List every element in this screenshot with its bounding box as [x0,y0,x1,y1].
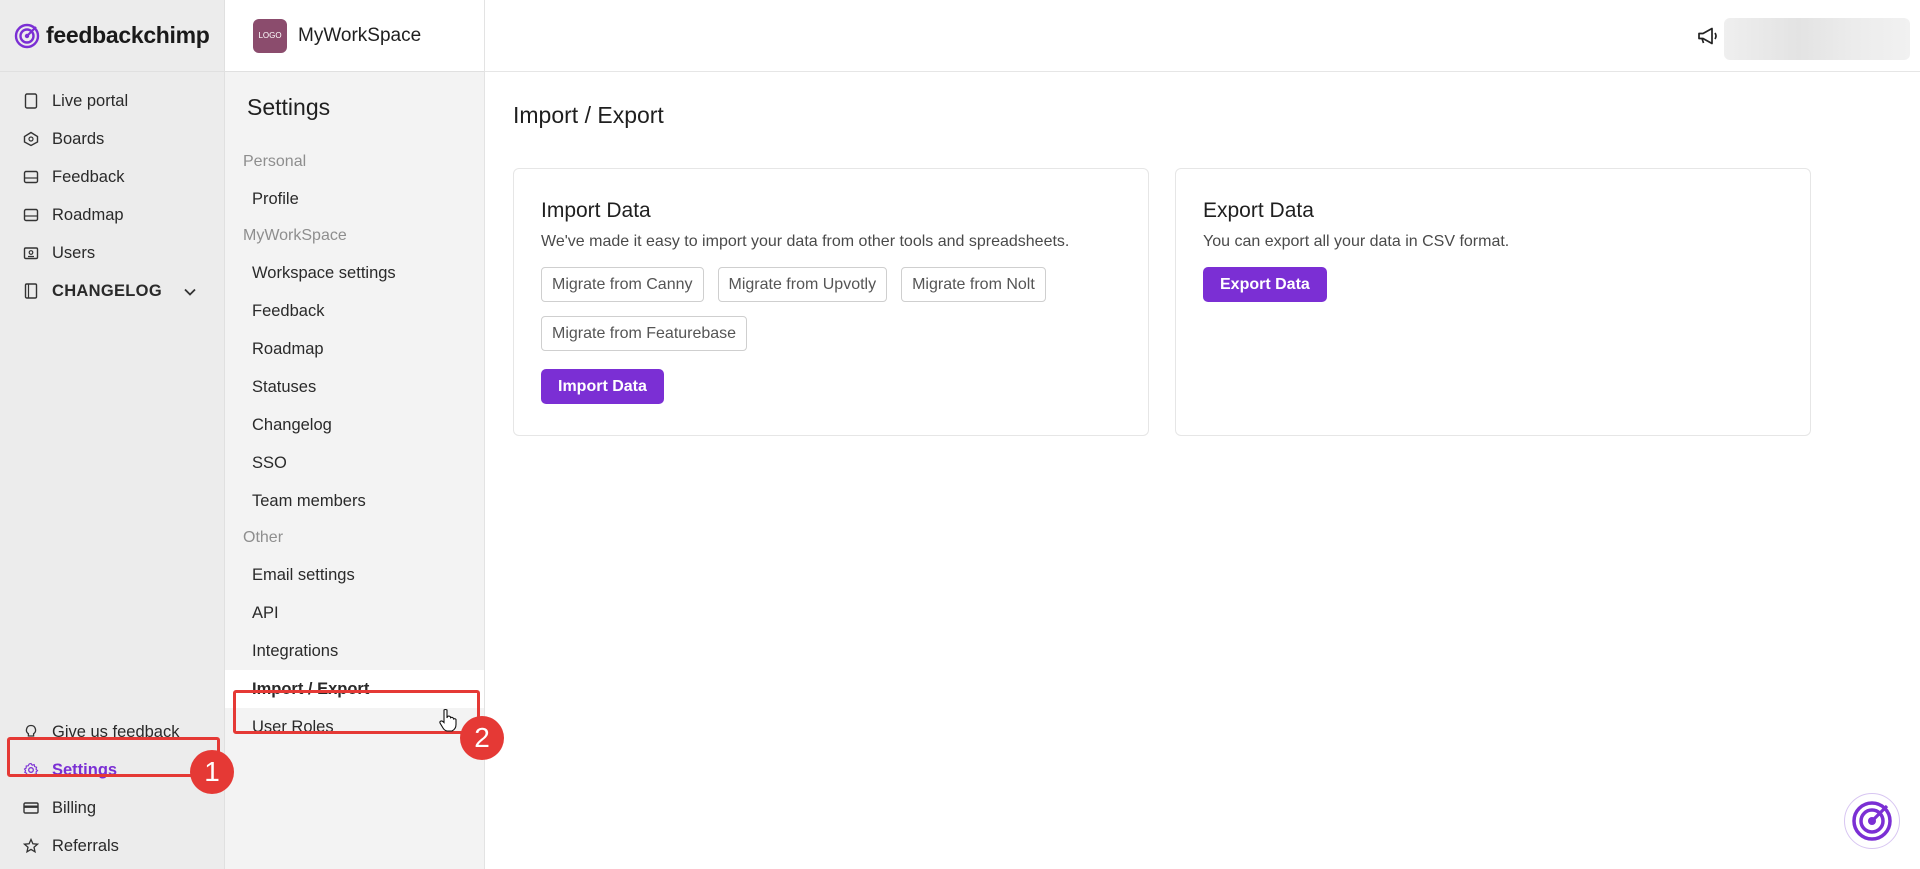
sidebar-nav: Live portal Boards Feedback Roadmap User… [0,72,224,310]
settings-item-workspace-settings[interactable]: Workspace settings [225,254,484,292]
section-label-other: Other [243,529,284,546]
migrate-upvotly-button[interactable]: Migrate from Upvotly [717,267,888,302]
sidebar-item-label: Referrals [52,836,119,855]
book-icon [22,282,40,300]
migrate-featurebase-button[interactable]: Migrate from Featurebase [541,316,748,351]
settings-item-profile[interactable]: Profile [225,180,484,218]
workspace-logo: LOGO [253,18,287,53]
workspace-switcher[interactable]: LOGO MyWorkSpace [225,0,484,72]
chevron-down-icon[interactable] [184,282,196,301]
sidebar-item-label: Live portal [52,91,129,110]
sidebar-item-label: Billing [52,798,97,817]
sidebar-item-label: CHANGELOG [52,281,162,300]
import-data-button[interactable]: Import Data [541,369,664,404]
settings-item-roadmap[interactable]: Roadmap [225,330,484,368]
sidebar-item-label: Feedback [52,167,125,186]
star-icon [22,837,40,855]
section-label-workspace: MyWorkSpace [243,227,347,244]
migration-options: Migrate from Canny Migrate from Upvotly … [541,267,1101,351]
settings-item-email-settings[interactable]: Email settings [225,556,484,594]
import-data-card: Import Data We've made it easy to import… [513,168,1149,436]
migrate-nolt-button[interactable]: Migrate from Nolt [901,267,1046,302]
highlight-settings [7,737,220,777]
sidebar-item-boards[interactable]: Boards [0,120,224,158]
sidebar-item-referrals[interactable]: Referrals [0,827,224,865]
export-card-title: Export Data [1203,199,1314,222]
sidebar-item-label: Boards [52,129,105,148]
sidebar-item-feedback[interactable]: Feedback [0,158,224,196]
settings-title: Settings [247,94,331,120]
settings-item-feedback[interactable]: Feedback [225,292,484,330]
brand-logo[interactable]: feedbackchimp [0,0,224,72]
main-content: Import / Export Import Data We've made i… [485,72,1920,869]
page-title: Import / Export [513,102,664,128]
hand-cursor-icon [439,708,457,732]
users-icon [22,244,40,262]
step-badge-1: 1 [190,750,234,794]
settings-item-integrations[interactable]: Integrations [225,632,484,670]
sidebar-item-live-portal[interactable]: Live portal [0,82,224,120]
sidebar-item-billing[interactable]: Billing [0,789,224,827]
sidebar-item-label: Roadmap [52,205,124,224]
settings-panel: LOGO MyWorkSpace Settings Personal Profi… [225,0,485,869]
export-data-button[interactable]: Export Data [1203,267,1327,302]
settings-item-statuses[interactable]: Statuses [225,368,484,406]
megaphone-icon[interactable] [1696,24,1720,48]
import-card-description: We've made it easy to import your data f… [541,233,1070,250]
migrate-canny-button[interactable]: Migrate from Canny [541,267,704,302]
settings-item-api[interactable]: API [225,594,484,632]
workspace-name: MyWorkSpace [298,24,422,46]
inbox-icon [22,168,40,186]
sidebar-item-users[interactable]: Users [0,234,224,272]
target-logo-icon [1852,801,1892,841]
step-badge-2: 2 [460,716,504,760]
settings-item-changelog[interactable]: Changelog [225,406,484,444]
support-chat-button[interactable] [1844,793,1900,849]
sidebar-item-roadmap[interactable]: Roadmap [0,196,224,234]
sidebar-item-label: Users [52,243,96,262]
export-data-card: Export Data You can export all your data… [1175,168,1811,436]
account-menu[interactable] [1724,18,1910,60]
settings-item-team-members[interactable]: Team members [225,482,484,520]
sidebar-item-changelog[interactable]: CHANGELOG [0,272,224,310]
target-logo-icon [14,23,40,48]
boards-icon [22,130,40,148]
brand-name: feedbackchimp [46,22,210,48]
card-icon [22,799,40,817]
export-card-description: You can export all your data in CSV form… [1203,233,1510,250]
import-card-title: Import Data [541,199,651,222]
roadmap-icon [22,206,40,224]
top-bar [485,0,1920,72]
section-label-personal: Personal [243,153,307,170]
tablet-icon [22,92,40,110]
settings-item-sso[interactable]: SSO [225,444,484,482]
